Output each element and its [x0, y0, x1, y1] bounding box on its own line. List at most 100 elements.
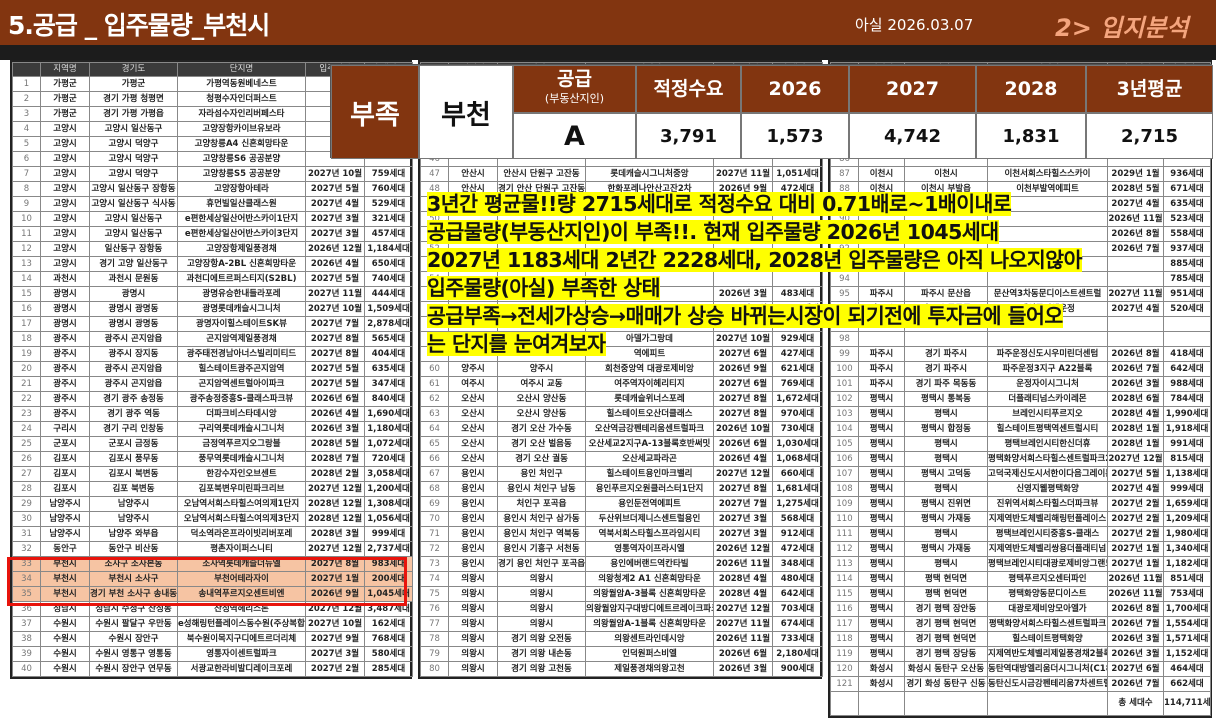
table-cell: 평택 현덕면 [904, 571, 988, 587]
table-cell: 용인시 [448, 496, 498, 512]
table-cell: 2028년 12월 [305, 496, 365, 512]
column-header: 지역명 [40, 62, 90, 77]
table-cell: 23 [12, 406, 41, 422]
table-cell: 화성시 동탄구 오산동 [904, 661, 988, 677]
value-2026: 1,573 [741, 113, 849, 159]
table-cell: 2026년 3월 [713, 661, 773, 677]
table-cell: 621세대 [772, 361, 823, 377]
table-row: 9 고양시 고양시 일산동구 식사동 휴먼빌일산클래스원 2027년 4월 529세대 [12, 196, 413, 212]
table-cell: 730세대 [772, 421, 823, 437]
table-cell: 2027년 3월 [713, 511, 773, 527]
table-cell: e성해링턴플레이스동수원(주상복합) [177, 616, 306, 632]
column-header: 단지명 [177, 62, 306, 77]
supply-status: 부족 [331, 65, 419, 159]
table-row: 118 평택시 경기 평택 현덕면 힐스테이트평택화양 2026년 3월 1,571세대 [830, 631, 1211, 647]
table-cell: 2026년 6월 [713, 436, 773, 452]
table-cell: 660세대 [772, 466, 823, 482]
table-cell: 1,184세대 [364, 241, 413, 257]
table-cell: 107 [830, 466, 859, 482]
table-row: 68 용인시 용인시 처인구 남동 용인푸르지오원클러스터1단지 2027년 8월 1,6… [420, 481, 823, 497]
table-cell: 70 [420, 511, 449, 527]
table-cell: 더플래티넘스카이레몬 [987, 391, 1108, 407]
table-cell: 753세대 [1163, 586, 1211, 602]
table-cell: 고양시 [40, 121, 90, 137]
table-cell: 1,068세대 [772, 451, 823, 467]
table-cell: 지제역반도체벨리제일풍경채2블록 [987, 646, 1108, 662]
table-row: 61 여주시 여주시 교동 여주역자이헤리티지 2027년 6월 769세대 [420, 376, 823, 392]
table-row: 14 과천시 과천시 문원동 과천디에트르퍼스티지(S2BL) 2027년 5월 740세… [12, 271, 413, 287]
table-cell: 2027년 11월 [305, 286, 365, 302]
table-cell: 오산세교파라곤 [585, 451, 714, 467]
table-cell: 고덕국제신도시서한이다음그레이튼 [987, 466, 1108, 482]
table-cell: 남양주시 [89, 511, 178, 527]
table-cell: 26 [12, 451, 41, 467]
table-cell: 용인시 [448, 466, 498, 482]
table-cell: 2026년 10월 [713, 421, 773, 437]
table-cell: 양주시 [448, 361, 498, 377]
table-cell: 2028년 1월 [1107, 421, 1164, 437]
table-cell: 용인시 처인구 역북동 [497, 526, 586, 542]
table-row: 87 이천시 이천시 이천서희스타힐스스카이 2029년 1월 936세대 [830, 166, 1211, 182]
table-cell: 의왕시 [497, 601, 586, 617]
table-cell: 2027년 8월 [713, 391, 773, 407]
table-cell: 108 [830, 481, 859, 497]
table-cell: 고양시 [40, 241, 90, 257]
table-cell: 2027년 2월 [305, 661, 365, 677]
table-cell: 남양주시 [89, 496, 178, 512]
table-cell: 이천시 [904, 166, 988, 182]
table-cell: 고양시 [40, 181, 90, 197]
table-cell: 용인둔전역에피트 [585, 496, 714, 512]
table-cell: 평택시 [858, 601, 905, 617]
table-cell: 162세대 [364, 616, 413, 632]
table-cell: 가평군 [40, 106, 90, 122]
table-cell: 2027년 3월 [713, 526, 773, 542]
table-cell: 고양시 일산동구 식사동 [89, 196, 178, 212]
table-cell: 평택시 [858, 481, 905, 497]
table-cell: 38 [12, 631, 41, 647]
table-row: 47 안산시 안산시 단원구 고잔동 롯데캐슬시그니처중앙 2027년 11월 1,051… [420, 166, 823, 182]
table-row: 79 의왕시 경기 의왕 내손동 인덕원퍼스비엘 2026년 6월 2,180세대 [420, 646, 823, 662]
table-cell: 청평수자인더퍼스트 [177, 91, 306, 107]
table-cell: 464세대 [1163, 661, 1211, 677]
table-cell: 총 세대수 [1107, 691, 1164, 716]
table-cell: 덕소역라온프라이빗리버포레 [177, 526, 306, 542]
table-cell: 의왕시 [497, 571, 586, 587]
table-cell: 광주시 [40, 391, 90, 407]
supply-source: (부동산지인) [544, 92, 605, 105]
table-cell: 의왕시 [448, 616, 498, 632]
table-cell: 가평역동원베네스트 [177, 76, 306, 92]
table-cell: 평택시 [858, 466, 905, 482]
table-cell: 67 [420, 466, 449, 482]
table-cell: 풍무역롯데캐슬시그니처 [177, 451, 306, 467]
table-cell: 남양주시 [40, 511, 90, 527]
table-cell: 힐스테이트오산더클래스 [585, 406, 714, 422]
table-cell: 444세대 [364, 286, 413, 302]
table-row: 11 고양시 고양시 일산동구 e편한세상일산어반스카이3단지 2027년 3월 457세… [12, 226, 413, 242]
table-cell: 고양시 [40, 196, 90, 212]
table-cell: 힐스테이트평택화양 [987, 631, 1108, 647]
table-cell: 999세대 [364, 526, 413, 542]
table-cell: 2028년 4월 [1107, 406, 1164, 422]
table-cell: 2026년 3월 [305, 421, 365, 437]
table-cell: 경기 광주 역동 [89, 406, 178, 422]
table-cell: 고양시 [40, 151, 90, 167]
table-cell: 파주시 [858, 361, 905, 377]
table-row: 102 평택시 평택시 통복동 더플래티넘스카이레몬 2028년 6월 784세대 [830, 391, 1211, 407]
table-cell: 오산시 [448, 451, 498, 467]
table-cell: 17 [12, 316, 41, 332]
table-cell: 12 [12, 241, 41, 257]
supply-label: 공급 [557, 68, 592, 90]
table-cell: 114,711세대 [1163, 691, 1211, 716]
table-cell: 1,340세대 [1163, 541, 1211, 557]
table-cell: 642세대 [772, 586, 823, 602]
table-row: 32 동안구 동안구 비산동 평촌자이퍼스니티 2027년 12월 2,737세대 [12, 541, 413, 557]
table-row: 70 용인시 용인시 처인구 삼가동 두산위브더제니스센트럴용인 2027년 3월 568… [420, 511, 823, 527]
table-cell: 평택시 [858, 556, 905, 572]
table-cell: 21 [12, 376, 41, 392]
table-cell: 진위역서희스타힐스더파크뷰 [987, 496, 1108, 512]
table-cell: 2027년 2월 [1107, 496, 1164, 512]
table-cell: 광명유승한내들라포레 [177, 286, 306, 302]
table-cell: 가평군 [89, 76, 178, 92]
table-cell: 평택푸르지오센터파인 [987, 571, 1108, 587]
table-cell: 가평군 [40, 91, 90, 107]
